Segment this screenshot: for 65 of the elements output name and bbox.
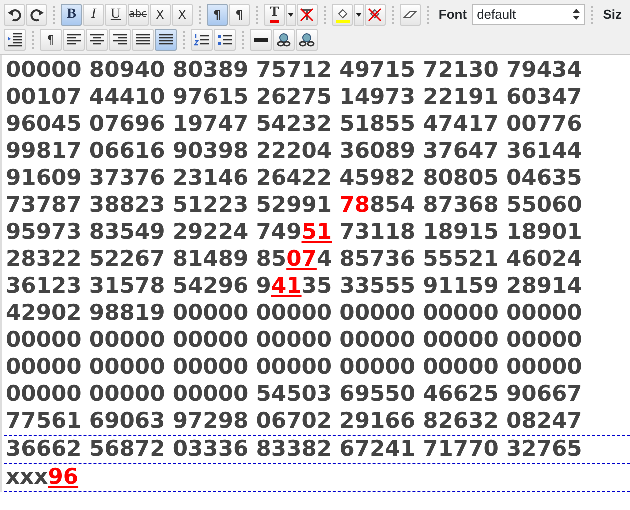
justify-button[interactable] [155,28,177,50]
align-center-button[interactable] [86,28,108,50]
font-select[interactable]: default [472,4,586,25]
align-left-button[interactable] [63,28,85,50]
text-color-button[interactable]: T [264,4,286,26]
text-line: 36662 56872 03336 83382 67241 71770 32765 [4,435,630,464]
superscript-button[interactable]: X [172,4,193,26]
numbered-list-icon [194,32,210,48]
subscript-button[interactable]: X [150,4,171,26]
left-to-right-button[interactable]: ¶ [206,4,228,26]
justify-icon [158,32,174,48]
undo-icon [6,6,23,22]
text-line: 00000 00000 00000 54503 69550 46625 90667 [6,381,584,408]
text-line: 96045 07696 19747 54232 51855 47417 00776 [6,111,584,138]
caret-icon [356,12,362,16]
text-line: 95973 83549 29224 74951 73118 18915 18901 [6,219,584,246]
text-line: 00000 00000 00000 00000 00000 00000 00000 [6,327,584,354]
dropdown-button[interactable] [286,4,296,26]
bullet-list-button[interactable] [214,28,236,50]
chain-link-icon [276,32,292,48]
eraser-button[interactable] [400,4,421,26]
text-line: 28322 52267 81489 85074 85736 55521 46024 [6,246,584,273]
text-line: 36123 31578 54296 94135 33555 91159 28914 [6,273,584,300]
underline-button[interactable]: U [105,4,127,26]
align-right-icon [112,32,128,48]
horizontal-rule-button[interactable] [250,28,272,50]
paint-bucket-button[interactable] [332,4,354,26]
redo-icon [28,6,45,22]
crossed-text-color-icon [299,6,316,22]
text-line: xxx96 [4,464,630,492]
crossed-paint-bucket-icon [367,6,384,22]
paragraph-button[interactable]: ¶ [40,28,62,50]
text-line: 73787 38823 51223 52991 78854 87368 55060 [6,192,584,219]
dropdown-button[interactable] [354,4,364,26]
text-line: 91609 37376 23146 26422 45982 80805 04635 [6,165,584,192]
broken-chain-button[interactable] [296,28,318,50]
text-line: 00107 44410 97615 26275 14973 22191 60347 [6,84,584,111]
caret-icon [288,12,294,16]
redo-button[interactable] [26,4,48,26]
align-left-icon [66,32,82,48]
indent-icon [7,32,23,48]
text-line: 42902 98819 00000 00000 00000 00000 00000 [6,300,584,327]
right-to-left-button[interactable]: ¶ [228,4,250,26]
text-line: 99817 06616 90398 22204 36089 37647 36144 [6,138,584,165]
broken-chain-icon [299,32,315,48]
chain-link-button[interactable] [273,28,295,50]
indent-button[interactable] [4,28,26,50]
justify-icon [135,32,151,48]
remove-text-color-button[interactable] [296,4,318,26]
size-label: Siz [603,6,622,24]
text-line: 77561 69063 97298 06702 29166 82632 08247 [6,408,584,435]
align-center-icon [89,32,105,48]
bold-button[interactable]: B [61,4,82,26]
text-line: 00000 80940 80389 75712 49715 72130 79434 [6,57,584,84]
paint-bucket-icon [334,6,350,22]
italic-button[interactable]: I [83,4,104,26]
align-right-button[interactable] [109,28,131,50]
text-line: 00000 00000 00000 00000 00000 00000 00000 [6,354,584,381]
undo-button[interactable] [4,4,26,26]
strikethrough-button[interactable]: abc [128,4,149,26]
justify-button[interactable] [132,28,154,50]
crossed-paint-bucket-button[interactable] [364,4,386,26]
spinner-arrows-icon [573,9,580,20]
font-label: Font [438,6,468,24]
numbered-list-button[interactable] [191,28,213,50]
